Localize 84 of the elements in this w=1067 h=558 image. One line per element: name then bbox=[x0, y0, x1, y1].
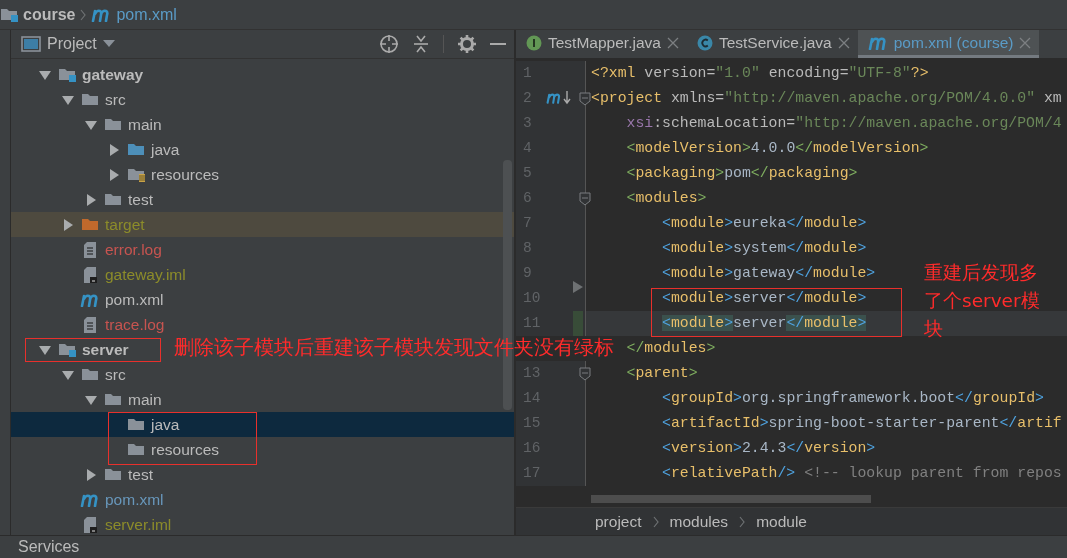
tree-item[interactable]: test bbox=[83, 464, 153, 485]
folder-icon bbox=[81, 217, 99, 232]
tree-item[interactable]: server.iml bbox=[60, 514, 172, 535]
annotation-note: 删除该子模块后重建该子模块发现文件夹没有绿标 bbox=[174, 337, 614, 359]
tree-item[interactable]: java bbox=[106, 414, 180, 435]
folder-icon bbox=[127, 417, 145, 432]
code-line: <modelVersion>4.0.0</modelVersion> bbox=[626, 140, 929, 157]
tree-item[interactable]: src bbox=[60, 89, 126, 110]
maven-icon bbox=[867, 35, 888, 50]
module-folder-icon bbox=[58, 67, 76, 82]
folder-icon bbox=[81, 92, 99, 107]
file-icon bbox=[83, 241, 97, 258]
code-line: <module>server</module> bbox=[662, 290, 867, 307]
file-icon bbox=[83, 516, 97, 533]
folder-icon bbox=[81, 367, 99, 382]
maven-icon bbox=[91, 7, 112, 22]
breadcrumb-item[interactable]: modules bbox=[669, 512, 729, 531]
code-line: </modules> bbox=[626, 340, 716, 357]
code-line: <groupId>org.springframework.boot</groupId> bbox=[662, 390, 1044, 407]
module-folder-icon bbox=[58, 342, 76, 357]
editor-tab[interactable]: TestMapper.java bbox=[516, 30, 687, 58]
breadcrumb-item[interactable]: pom.xml bbox=[91, 5, 177, 24]
code-line: <module>server</module> bbox=[662, 315, 867, 332]
tree-item[interactable]: test bbox=[83, 189, 153, 210]
tree-item[interactable]: server bbox=[37, 339, 129, 360]
chevron-icon bbox=[738, 515, 747, 528]
tree-item[interactable]: main bbox=[83, 389, 162, 410]
maven-icon bbox=[80, 492, 100, 507]
collapsed-fold-icon bbox=[572, 280, 584, 294]
file-icon bbox=[83, 316, 97, 333]
tree-item[interactable]: src bbox=[60, 364, 126, 385]
tree-item[interactable]: main bbox=[83, 114, 162, 135]
folder-icon bbox=[104, 392, 122, 407]
code-line: <packaging>pom</packaging> bbox=[626, 165, 858, 182]
panel-title[interactable]: Project bbox=[47, 35, 97, 53]
breadcrumb-item[interactable]: project bbox=[595, 512, 642, 531]
tree-item[interactable]: gateway.iml bbox=[60, 264, 186, 285]
down-arrow-icon bbox=[563, 91, 571, 105]
resource-folder-icon bbox=[127, 167, 145, 182]
code-line: <artifactId>spring-boot-starter-parent</artif bbox=[662, 415, 1062, 432]
tree-item[interactable]: resources bbox=[106, 439, 220, 460]
folder-icon bbox=[104, 467, 122, 482]
dropdown-caret-icon bbox=[102, 40, 115, 48]
close-icon[interactable] bbox=[1019, 36, 1032, 49]
tree-item[interactable]: java bbox=[106, 139, 180, 160]
folder-icon bbox=[127, 442, 145, 457]
chevron-icon bbox=[651, 515, 660, 528]
code-line: <module>gateway</module> bbox=[662, 265, 876, 282]
close-icon[interactable] bbox=[837, 36, 850, 49]
breadcrumb-item[interactable]: course bbox=[0, 5, 76, 24]
maven-icon bbox=[546, 91, 562, 105]
scrollbar-thumb[interactable] bbox=[591, 495, 871, 503]
code-line: <module>system</module> bbox=[662, 240, 867, 257]
folder-icon bbox=[104, 117, 122, 132]
code-line: xsi:schemaLocation="http://maven.apache.org/POM/4 bbox=[626, 115, 1062, 132]
tree-item[interactable]: pom.xml bbox=[60, 489, 164, 510]
locate-icon[interactable] bbox=[379, 34, 399, 54]
minimize-icon[interactable] bbox=[490, 42, 506, 46]
tree-item[interactable]: pom.xml bbox=[60, 289, 164, 310]
breadcrumb-item[interactable]: module bbox=[756, 512, 807, 531]
code-line: <project xmlns="http://maven.apache.org/POM/4.0.0" xm bbox=[591, 90, 1062, 107]
file-icon bbox=[83, 266, 97, 283]
class-icon bbox=[696, 34, 713, 51]
folder-icon bbox=[127, 142, 145, 157]
tree-item[interactable]: gateway bbox=[37, 64, 144, 85]
maven-icon bbox=[80, 292, 100, 307]
code-line: <modules> bbox=[626, 190, 707, 207]
tree-item[interactable]: resources bbox=[106, 164, 220, 185]
code-line: <parent> bbox=[626, 365, 698, 382]
tool-window-tab[interactable]: Services bbox=[18, 538, 80, 556]
collapse-all-icon[interactable] bbox=[413, 35, 429, 53]
interface-icon bbox=[526, 34, 542, 51]
code-line: <?xml version="1.0" encoding="UTF-8"?> bbox=[591, 65, 929, 82]
project-view-icon bbox=[21, 36, 41, 52]
folder-icon bbox=[104, 192, 122, 207]
module-folder-icon bbox=[0, 7, 18, 22]
code-line: <version>2.4.3</version> bbox=[662, 440, 876, 457]
chevron-icon bbox=[79, 8, 88, 21]
settings-icon[interactable] bbox=[458, 35, 476, 53]
close-icon[interactable] bbox=[666, 36, 679, 49]
code-line: <relativePath/> <!-- lookup parent from repos bbox=[662, 465, 1062, 482]
annotation-note: 重建后发现多了个server模块 bbox=[924, 261, 1041, 341]
editor-tab[interactable]: TestService.java bbox=[686, 30, 858, 58]
code-line: <module>eureka</module> bbox=[662, 215, 867, 232]
